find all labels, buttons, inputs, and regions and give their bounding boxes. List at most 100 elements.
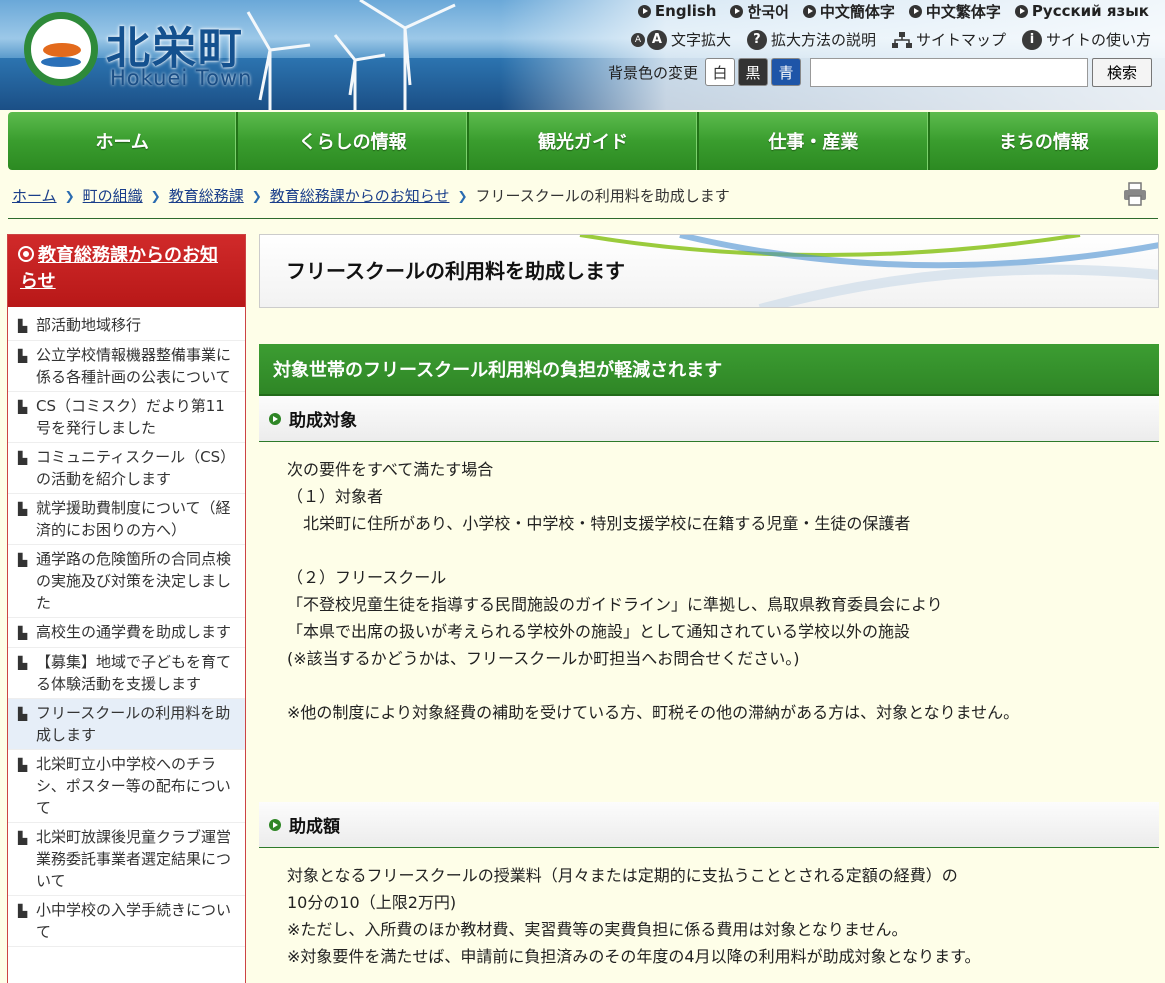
arrow-icon — [637, 4, 651, 18]
text-enlarge-link[interactable]: AA 文字拡大 — [630, 29, 731, 50]
section-heading-eligibility: 助成対象 — [259, 396, 1159, 442]
breadcrumb-education-dept[interactable]: 教育総務課 — [169, 185, 244, 206]
chevron-right-icon: ❯ — [457, 188, 468, 203]
sidebar-item[interactable]: ▙ 北栄町立小中学校へのチラシ、ポスター等の配布について — [8, 750, 245, 823]
body-line: （１）対象者 — [287, 487, 384, 506]
lang-english[interactable]: English — [637, 0, 716, 22]
body-line: 10分の10（上限2万円) — [287, 893, 457, 912]
global-nav: ホーム くらしの情報 観光ガイド 仕事・産業 まちの情報 — [8, 112, 1158, 170]
color-black-button[interactable]: 黒 — [738, 58, 769, 86]
lang-chinese-simplified[interactable]: 中文簡体字 — [802, 0, 895, 22]
breadcrumb-current: フリースクールの利用料を助成します — [475, 187, 730, 205]
enlarge-help-link[interactable]: ? 拡大方法の説明 — [746, 29, 876, 50]
corner-bullet-icon: ▙ — [18, 904, 28, 918]
body-line: (※該当するかどうかは、フリースクールか町担当へお問合せください。) — [287, 649, 800, 668]
search-button[interactable]: 検索 — [1092, 58, 1152, 87]
breadcrumb: ホーム ❯ 町の組織 ❯ 教育総務課 ❯ 教育総務課からのお知らせ ❯ フリース… — [12, 185, 730, 206]
corner-bullet-icon: ▙ — [18, 349, 28, 363]
lang-korean[interactable]: 한국어 — [730, 0, 789, 22]
print-icon[interactable] — [1122, 181, 1148, 207]
body-line: ​ — [287, 672, 1159, 699]
corner-bullet-icon: ▙ — [18, 831, 28, 845]
arrow-bullet-icon — [269, 412, 281, 425]
large-a-icon: A — [646, 29, 667, 50]
breadcrumb-organization[interactable]: 町の組織 — [83, 185, 143, 206]
arrow-bullet-icon — [269, 818, 281, 831]
corner-bullet-icon: ▙ — [18, 707, 28, 721]
body-line: 対象となるフリースクールの授業料（月々または定期的に支払うこととされる定額の経費… — [287, 866, 958, 885]
town-emblem-icon — [24, 12, 98, 86]
breadcrumb-dept-news[interactable]: 教育総務課からのお知らせ — [270, 185, 450, 206]
color-white-button[interactable]: 白 — [705, 58, 736, 86]
wind-turbine-image — [246, 0, 456, 110]
arrow-icon — [802, 4, 816, 18]
arrow-icon — [730, 4, 744, 18]
sidebar-item[interactable]: ▙ 部活動地域移行 — [8, 311, 245, 341]
lang-russian[interactable]: Русский язык — [1014, 0, 1149, 22]
sidebar-item[interactable]: ▙ CS（コミスク）だより第11号を発行しました — [8, 392, 245, 443]
site-howto-link[interactable]: i サイトの使い方 — [1021, 29, 1151, 50]
info-icon: i — [1021, 29, 1042, 50]
body-line: （２）フリースクール — [287, 568, 447, 587]
nav-home[interactable]: ホーム — [8, 112, 239, 170]
body-line: ※他の制度により対象経費の補助を受けている方、町税その他の滞納がある方は、対象と… — [287, 703, 1020, 722]
body-line: ​ — [287, 537, 1159, 564]
page-title: フリースクールの利用料を助成します — [286, 259, 625, 283]
nav-work-industry[interactable]: 仕事・産業 — [699, 112, 930, 170]
sidebar-item[interactable]: ▙ 就学援助費制度について（経済的にお困りの方へ） — [8, 494, 245, 545]
sitemap-link[interactable]: サイトマップ — [891, 29, 1006, 50]
header-divider — [8, 218, 1158, 219]
main-content: フリースクールの利用料を助成します 対象世帯のフリースクール利用料の負担が軽減さ… — [259, 234, 1159, 970]
sidebar-heading: 教育総務課からのお知らせ — [8, 235, 245, 307]
bullet-icon — [20, 248, 32, 260]
body-line: ※対象要件を満たせば、申請前に負担済みのその年度の4月以降の利用料が助成対象とな… — [287, 947, 981, 966]
corner-bullet-icon: ▙ — [18, 656, 28, 670]
question-icon: ? — [746, 29, 767, 50]
small-a-icon: A — [630, 32, 645, 47]
chevron-right-icon: ❯ — [150, 188, 161, 203]
sidebar-item[interactable]: ▙ 北栄町放課後児童クラブ運営業務委託事業者選定結果について — [8, 823, 245, 896]
lang-chinese-traditional[interactable]: 中文繁体字 — [908, 0, 1001, 22]
nav-living[interactable]: くらしの情報 — [238, 112, 469, 170]
corner-bullet-icon: ▙ — [18, 758, 28, 772]
site-header: 北栄町 Hokuei Town English 한국어 中文簡体字 中文繁体字 … — [0, 0, 1165, 110]
site-logo[interactable]: 北栄町 Hokuei Town — [18, 6, 268, 92]
body-line: 北栄町に住所があり、小学校・中学校・特別支援学校に在籍する児童・生徒の保護者 — [287, 514, 911, 533]
page-title-box: フリースクールの利用料を助成します — [259, 234, 1159, 308]
sidebar-item-current[interactable]: ▙ フリースクールの利用料を助成します — [8, 699, 245, 750]
corner-bullet-icon: ▙ — [18, 400, 28, 414]
search-input[interactable] — [810, 58, 1088, 87]
nav-tourism[interactable]: 観光ガイド — [469, 112, 700, 170]
body-line: ※ただし、入所費のほか教材費、実習費等の実費負担に係る費用は対象となりません。 — [287, 920, 908, 939]
corner-bullet-icon: ▙ — [18, 502, 28, 516]
amount-body: 対象となるフリースクールの授業料（月々または定期的に支払うこととされる定額の経費… — [259, 848, 1159, 970]
sitemap-icon — [891, 31, 912, 48]
corner-bullet-icon: ▙ — [18, 626, 28, 640]
sidebar-item[interactable]: ▙ 【募集】地域で子どもを育てる体験活動を支援します — [8, 648, 245, 699]
color-blue-button[interactable]: 青 — [771, 58, 802, 86]
sidebar-item[interactable]: ▙ 通学路の危険箇所の合同点検の実施及び対策を決定しました — [8, 545, 245, 618]
body-line: 「不登校児童生徒を指導する民間施設のガイドライン」に準拠し、鳥取県教育委員会によ… — [287, 595, 943, 614]
background-color-switcher: 背景色の変更 白 黒 青 — [608, 58, 802, 86]
color-change-label: 背景色の変更 — [608, 63, 699, 82]
corner-bullet-icon: ▙ — [18, 451, 28, 465]
arrow-icon — [1014, 4, 1028, 18]
breadcrumb-home[interactable]: ホーム — [12, 185, 57, 206]
corner-bullet-icon: ▙ — [18, 553, 28, 567]
sidebar-item[interactable]: ▙ 小中学校の入学手続きについて — [8, 896, 245, 947]
arrow-icon — [908, 4, 922, 18]
nav-town-info[interactable]: まちの情報 — [930, 112, 1158, 170]
chevron-right-icon: ❯ — [251, 188, 262, 203]
accessibility-tools: AA 文字拡大 ? 拡大方法の説明 サイトマップ i サイトの使い方 — [630, 29, 1151, 50]
sidebar-heading-link[interactable]: 教育総務課からのお知らせ — [20, 245, 218, 292]
body-line: 次の要件をすべて満たす場合 — [287, 460, 494, 479]
section-heading-amount: 助成額 — [259, 802, 1159, 848]
sidebar: 教育総務課からのお知らせ ▙ 部活動地域移行 ▙ 公立学校情報機器整備事業に係る各種… — [7, 234, 246, 983]
sidebar-item[interactable]: ▙ コミュニティスクール（CS）の活動を紹介します — [8, 443, 245, 494]
sidebar-item[interactable]: ▙ 高校生の通学費を助成します — [8, 618, 245, 648]
sidebar-item[interactable]: ▙ 公立学校情報機器整備事業に係る各種計画の公表について — [8, 341, 245, 392]
language-menu: English 한국어 中文簡体字 中文繁体字 Русский язык — [637, 0, 1149, 22]
chevron-right-icon: ❯ — [64, 188, 75, 203]
eligibility-body: 次の要件をすべて満たす場合 （１）対象者 北栄町に住所があり、小学校・中学校・特… — [259, 442, 1159, 772]
section-heading-h2: 対象世帯のフリースクール利用料の負担が軽減されます — [259, 344, 1159, 396]
